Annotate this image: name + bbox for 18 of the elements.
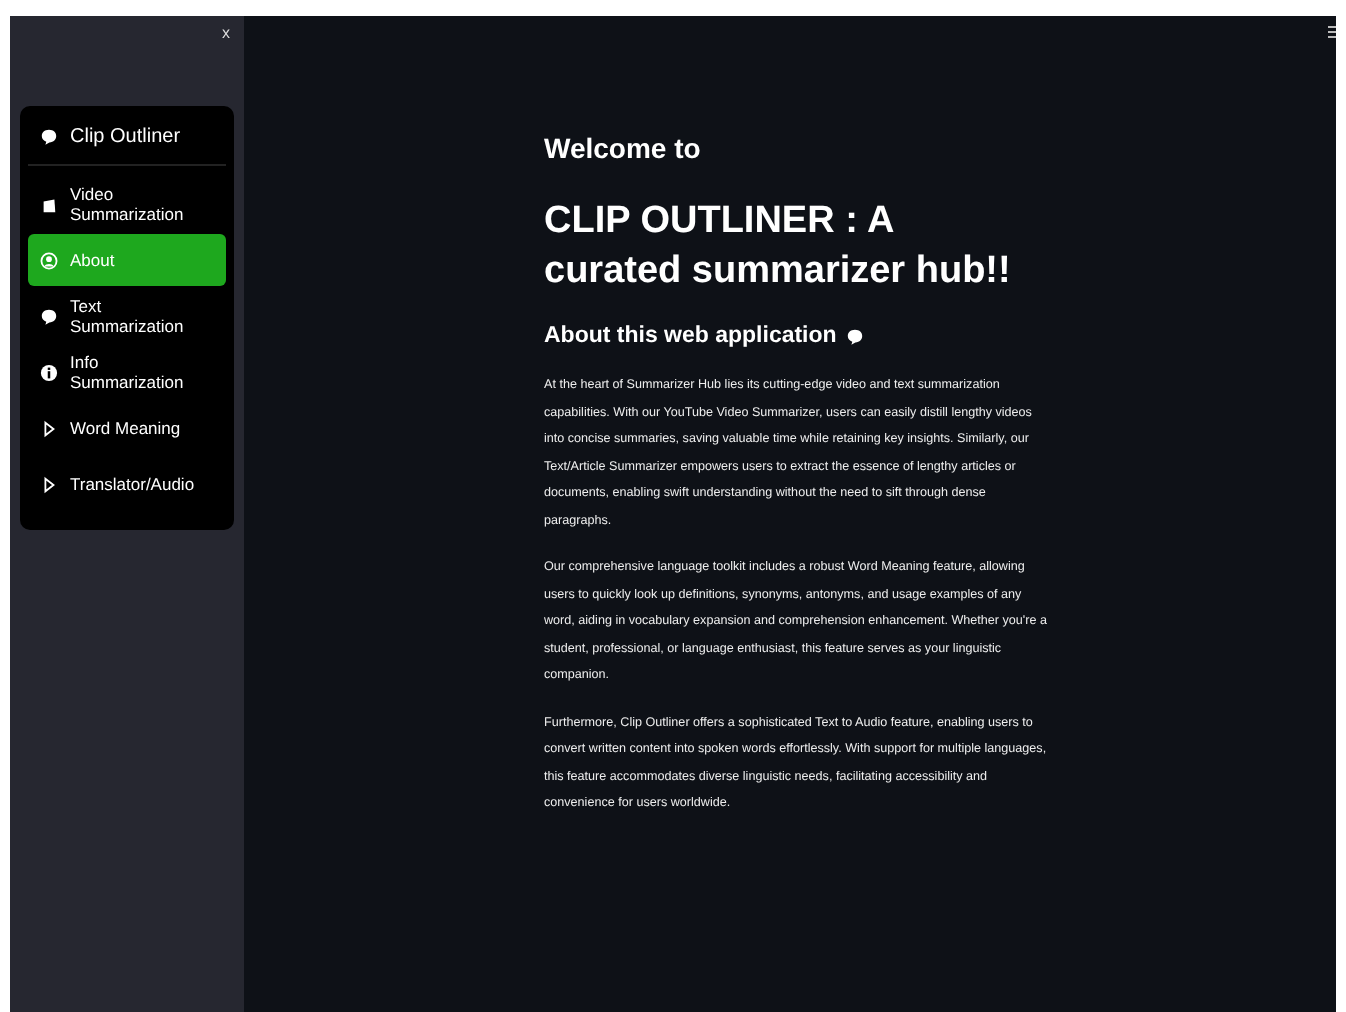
close-button[interactable]: x xyxy=(218,24,234,42)
menu-item[interactable]: Video Summarization xyxy=(28,178,226,230)
speech-bubble-icon xyxy=(846,327,865,345)
menu-item[interactable]: Info Summarization xyxy=(28,346,226,398)
menu-item[interactable]: Translator/Audio xyxy=(28,458,226,510)
section-heading: About this web application xyxy=(544,324,837,348)
speech-bubble-icon xyxy=(40,307,58,325)
caret-icon xyxy=(40,475,58,493)
chat-icon xyxy=(40,128,58,146)
page-title: CLIP OUTLINER : A curated summarizer hub!! xyxy=(544,198,1013,296)
menu-item[interactable]: Text Summarization xyxy=(28,290,226,342)
menu-item[interactable]: Word Meaning xyxy=(28,402,226,454)
person-icon xyxy=(40,251,58,269)
info-icon xyxy=(40,363,58,381)
welcome-heading: Welcome to xyxy=(544,132,703,164)
menu-icon[interactable] xyxy=(1328,24,1336,40)
caret-icon xyxy=(40,419,58,437)
menu-title: Clip Outliner xyxy=(70,126,181,148)
